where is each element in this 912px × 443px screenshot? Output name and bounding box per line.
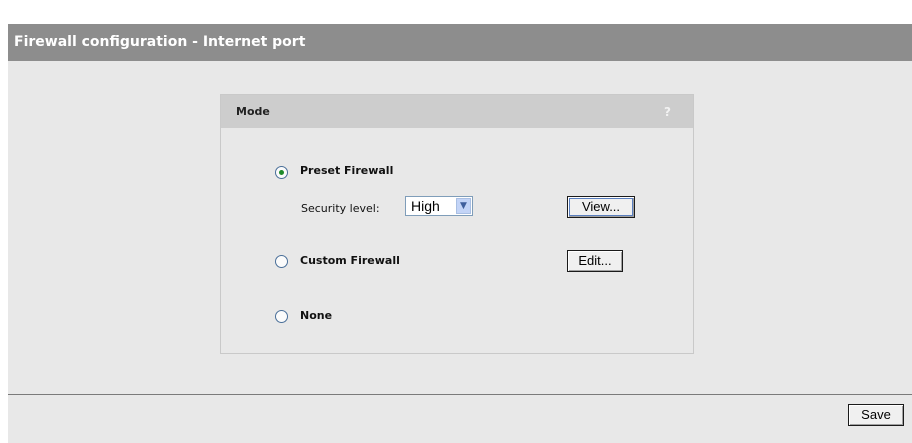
- mode-panel-header: Mode ?: [221, 95, 693, 128]
- mode-panel-title: Mode: [236, 105, 270, 118]
- page-frame: Firewall configuration - Internet port M…: [8, 24, 912, 443]
- footer-divider: [8, 394, 912, 395]
- mode-panel: Mode ? Preset Firewall Security level: H…: [220, 94, 694, 354]
- preset-firewall-label: Preset Firewall: [300, 164, 394, 177]
- none-radio[interactable]: [275, 310, 288, 323]
- security-level-select[interactable]: High ▼: [405, 196, 473, 216]
- view-button[interactable]: View...: [567, 196, 635, 218]
- custom-firewall-label: Custom Firewall: [300, 254, 400, 267]
- custom-firewall-radio[interactable]: [275, 255, 288, 268]
- help-icon[interactable]: ?: [664, 95, 671, 129]
- save-button[interactable]: Save: [848, 404, 904, 426]
- none-label: None: [300, 309, 333, 322]
- preset-firewall-radio[interactable]: [275, 166, 288, 179]
- security-level-label: Security level:: [301, 202, 380, 215]
- security-level-value: High: [411, 198, 440, 214]
- edit-button[interactable]: Edit...: [567, 250, 623, 272]
- chevron-down-icon: ▼: [456, 198, 471, 214]
- page-title: Firewall configuration - Internet port: [8, 24, 912, 61]
